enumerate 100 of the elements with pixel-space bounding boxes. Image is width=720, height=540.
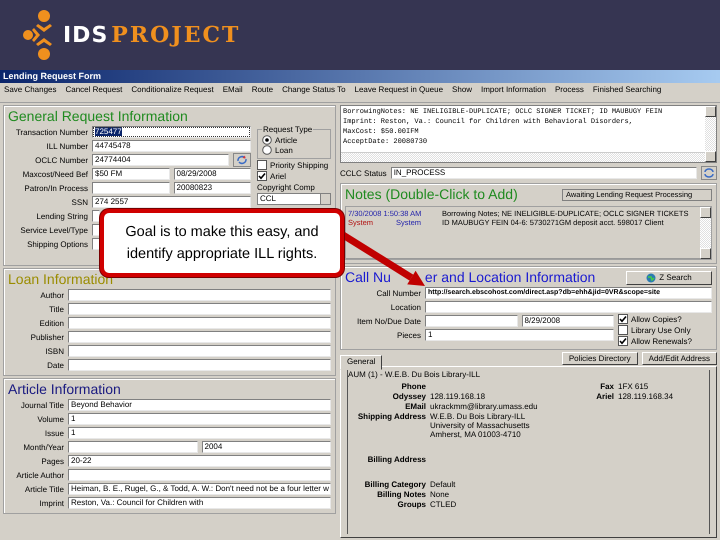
menu-item[interactable]: Conditionalize Request — [131, 85, 214, 100]
checkbox[interactable] — [257, 160, 267, 170]
input-field[interactable]: 2004 — [202, 441, 331, 453]
refresh-icon[interactable] — [701, 166, 717, 180]
group-label: Request Type — [262, 125, 314, 134]
section-heading: General Request Information — [8, 108, 189, 125]
radio-button[interactable] — [262, 145, 272, 155]
callout-note: Goal is to make this easy, and identify appropriate ILL rights. — [100, 209, 344, 277]
menu-item[interactable]: Cancel Request — [65, 85, 122, 100]
input-field[interactable] — [68, 359, 331, 371]
field-value: 128.119.168.18 — [430, 392, 486, 401]
menu-item[interactable]: Save Changes — [4, 85, 56, 100]
input-field[interactable]: 1 — [425, 329, 614, 341]
field-label: Call Number — [376, 288, 421, 298]
field-label: Maxcost/Need Bef — [22, 170, 88, 178]
input-field[interactable]: IN_PROCESS — [390, 167, 697, 179]
input-field[interactable]: Reston, Va.: Council for Children with — [68, 497, 331, 509]
field-label: OCLC Number — [34, 156, 88, 164]
input-field[interactable]: $50 FM — [92, 168, 170, 180]
field-label: Groups — [396, 500, 426, 509]
input-field[interactable]: Beyond Behavior — [68, 399, 331, 411]
field-label: Month/Year — [22, 442, 64, 452]
input-field[interactable]: 20080823 — [174, 182, 251, 194]
input-field[interactable]: 08/29/2008 — [174, 168, 251, 180]
field-label: Patron/In Process — [23, 184, 88, 192]
input-field[interactable]: 1 — [68, 413, 331, 425]
input-field[interactable] — [68, 331, 331, 343]
scrollbar[interactable] — [341, 152, 705, 162]
field-label: Article Author — [15, 470, 64, 480]
checkbox-label: Library Use Only — [631, 326, 691, 334]
input-field[interactable] — [68, 441, 198, 453]
tab[interactable]: General — [340, 355, 382, 370]
field-label: CCLC Status — [340, 168, 387, 178]
checkbox[interactable] — [618, 314, 628, 324]
input-field[interactable] — [92, 182, 170, 194]
section-heading: Article Information — [8, 381, 122, 398]
menu-item[interactable]: EMail — [222, 85, 243, 100]
scrollbar[interactable] — [705, 106, 716, 162]
menu-item[interactable]: Route — [252, 85, 274, 100]
menu-item[interactable]: Process — [554, 85, 584, 100]
input-field[interactable]: 725477 — [92, 126, 251, 138]
field-value: 1FX 615 — [618, 382, 650, 391]
action-button[interactable]: Add/Edit Address — [642, 352, 717, 365]
menu-item[interactable]: Show — [452, 85, 472, 100]
field-label: Item No/Due Date — [356, 316, 421, 326]
menu-item[interactable]: Import Information — [481, 85, 546, 100]
section-heading: er and Location Information — [424, 269, 596, 286]
checkbox-label: Priority Shipping — [270, 160, 328, 170]
input-field[interactable] — [68, 317, 331, 329]
field-label: Edition — [38, 318, 64, 328]
field-label: Service Level/Type — [19, 226, 88, 234]
field-label: Phone — [400, 382, 426, 391]
dropdown[interactable]: CCL — [257, 193, 331, 205]
radio-button[interactable] — [262, 135, 272, 145]
field-label: Lending String — [35, 212, 88, 220]
field-label: Imprint — [38, 498, 64, 508]
menu-item[interactable]: Leave Request in Queue — [354, 85, 444, 100]
field-label: Ariel — [595, 392, 614, 401]
input-field[interactable]: 20-22 — [68, 455, 331, 467]
field-label: Author — [39, 290, 64, 300]
input-field[interactable] — [68, 289, 331, 301]
scrollbar[interactable] — [700, 207, 711, 259]
checkbox[interactable] — [618, 336, 628, 346]
field-label: Issue — [44, 428, 64, 438]
field-label: Shipping Address — [356, 412, 426, 423]
field-value: CTLED — [430, 500, 458, 509]
menu-item[interactable]: Finished Searching — [592, 85, 662, 100]
field-label: Date — [46, 360, 64, 370]
input-field[interactable]: 1 — [68, 427, 331, 439]
field-label: Billing Notes — [376, 490, 426, 499]
radio-label: Loan — [275, 146, 293, 154]
field-label: EMail — [404, 402, 426, 411]
checkbox[interactable] — [257, 171, 267, 181]
field-label: Pages — [40, 456, 64, 466]
input-field[interactable]: 44745478 — [92, 140, 251, 152]
input-field[interactable] — [92, 210, 100, 222]
z-search-button[interactable]: Z Search — [626, 270, 712, 284]
refresh-icon[interactable] — [233, 153, 251, 167]
input-field[interactable]: 274 2557 — [92, 196, 251, 208]
field-label: Title — [48, 304, 64, 314]
menu-item[interactable]: Change Status To — [282, 85, 346, 100]
input-field[interactable] — [68, 303, 331, 315]
field-value: None — [430, 490, 450, 499]
field-value: Amherst, MA 01003-4710 — [430, 430, 522, 439]
globe-icon — [646, 272, 656, 282]
section-heading: Call Nu — [345, 269, 391, 286]
input-field[interactable]: Heiman, B. E., Rugel, G., & Todd, A. W.: Don't need not be a four letter w — [68, 483, 331, 495]
input-field[interactable]: 24774404 — [92, 154, 229, 166]
input-field[interactable] — [425, 301, 712, 313]
input-field[interactable]: 8/29/2008 — [522, 315, 614, 327]
input-field[interactable] — [68, 469, 331, 481]
window-title: Lending Request Form — [2, 70, 102, 83]
address-heading: AUM (1) - W.E.B. Du Bois Library-ILL — [348, 370, 482, 379]
input-field[interactable] — [68, 345, 331, 357]
checkbox[interactable] — [618, 325, 628, 335]
input-field[interactable] — [425, 315, 518, 327]
action-button[interactable]: Policies Directory — [562, 352, 638, 365]
field-label: Volume — [36, 414, 64, 424]
field-label: Journal Title — [20, 400, 64, 410]
field-label: Location — [390, 302, 421, 312]
